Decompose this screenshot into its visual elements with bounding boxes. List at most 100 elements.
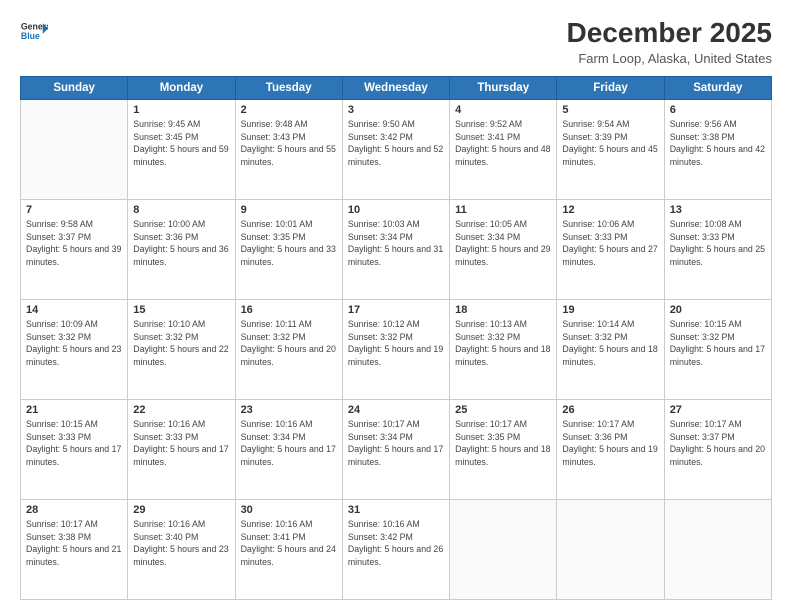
day-number: 4 — [455, 104, 551, 116]
day-number: 9 — [241, 204, 337, 216]
calendar-cell — [557, 499, 664, 599]
calendar-cell: 17 Sunrise: 10:12 AM Sunset: 3:32 PM Dayl… — [342, 299, 449, 399]
day-info: Sunrise: 10:08 AM Sunset: 3:33 PM Daylig… — [670, 218, 766, 269]
logo-icon: General Blue — [20, 18, 48, 46]
calendar-cell: 21Sunrise: 10:15 AM Sunset: 3:33 PM Dayl… — [21, 399, 128, 499]
day-number: 7 — [26, 204, 122, 216]
day-info: Sunrise: 10:01 AM Sunset: 3:35 PM Daylig… — [241, 218, 337, 269]
calendar-cell: 14Sunrise: 10:09 AM Sunset: 3:32 PM Dayl… — [21, 299, 128, 399]
day-info: Sunrise: 10:17 AM Sunset: 3:38 PM Daylig… — [26, 518, 122, 569]
day-info: Sunrise: 9:58 AM Sunset: 3:37 PM Dayligh… — [26, 218, 122, 269]
calendar-cell: 15 Sunrise: 10:10 AM Sunset: 3:32 PM Dayl… — [128, 299, 235, 399]
page: General Blue December 2025 Farm Loop, Al… — [0, 0, 792, 612]
day-number: 1 — [133, 104, 229, 116]
day-info: Sunrise: 10:14 AM Sunset: 3:32 PM Daylig… — [562, 318, 658, 369]
day-info: Sunrise: 9:50 AM Sunset: 3:42 PM Dayligh… — [348, 118, 444, 169]
col-tuesday: Tuesday — [235, 76, 342, 99]
day-number: 24 — [348, 404, 444, 416]
day-info: Sunrise: 10:09 AM Sunset: 3:32 PM Daylig… — [26, 318, 122, 369]
calendar-cell: 31Sunrise: 10:16 AM Sunset: 3:42 PM Dayl… — [342, 499, 449, 599]
calendar-cell: 10 Sunrise: 10:03 AM Sunset: 3:34 PM Dayl… — [342, 199, 449, 299]
day-info: Sunrise: 10:00 AM Sunset: 3:36 PM Daylig… — [133, 218, 229, 269]
day-info: Sunrise: 10:10 AM Sunset: 3:32 PM Daylig… — [133, 318, 229, 369]
calendar-cell: 26Sunrise: 10:17 AM Sunset: 3:36 PM Dayl… — [557, 399, 664, 499]
calendar-cell: 24 Sunrise: 10:17 AM Sunset: 3:34 PM Dayl… — [342, 399, 449, 499]
day-number: 31 — [348, 504, 444, 516]
col-thursday: Thursday — [450, 76, 557, 99]
calendar-week-2: 7 Sunrise: 9:58 AM Sunset: 3:37 PM Daylig… — [21, 199, 772, 299]
logo: General Blue — [20, 18, 48, 46]
calendar-cell — [664, 499, 771, 599]
header: General Blue December 2025 Farm Loop, Al… — [20, 18, 772, 66]
day-number: 19 — [562, 304, 658, 316]
calendar-cell: 28 Sunrise: 10:17 AM Sunset: 3:38 PM Dayl… — [21, 499, 128, 599]
calendar-cell: 13 Sunrise: 10:08 AM Sunset: 3:33 PM Dayl… — [664, 199, 771, 299]
calendar-cell: 25Sunrise: 10:17 AM Sunset: 3:35 PM Dayl… — [450, 399, 557, 499]
day-info: Sunrise: 10:13 AM Sunset: 3:32 PM Daylig… — [455, 318, 551, 369]
day-info: Sunrise: 9:45 AM Sunset: 3:45 PM Dayligh… — [133, 118, 229, 169]
calendar-cell: 7 Sunrise: 9:58 AM Sunset: 3:37 PM Daylig… — [21, 199, 128, 299]
calendar-cell: 1 Sunrise: 9:45 AM Sunset: 3:45 PM Daylig… — [128, 99, 235, 199]
day-info: Sunrise: 10:17 AM Sunset: 3:37 PM Daylig… — [670, 418, 766, 469]
day-info: Sunrise: 10:16 AM Sunset: 3:40 PM Daylig… — [133, 518, 229, 569]
day-info: Sunrise: 10:16 AM Sunset: 3:33 PM Daylig… — [133, 418, 229, 469]
calendar-cell: 29 Sunrise: 10:16 AM Sunset: 3:40 PM Dayl… — [128, 499, 235, 599]
day-number: 20 — [670, 304, 766, 316]
day-info: Sunrise: 10:03 AM Sunset: 3:34 PM Daylig… — [348, 218, 444, 269]
calendar-week-4: 21Sunrise: 10:15 AM Sunset: 3:33 PM Dayl… — [21, 399, 772, 499]
day-number: 22 — [133, 404, 229, 416]
calendar-cell — [21, 99, 128, 199]
subtitle: Farm Loop, Alaska, United States — [567, 51, 772, 66]
col-wednesday: Wednesday — [342, 76, 449, 99]
calendar-header-row: Sunday Monday Tuesday Wednesday Thursday… — [21, 76, 772, 99]
calendar-cell: 5Sunrise: 9:54 AM Sunset: 3:39 PM Daylig… — [557, 99, 664, 199]
calendar-cell — [450, 499, 557, 599]
col-sunday: Sunday — [21, 76, 128, 99]
day-info: Sunrise: 10:17 AM Sunset: 3:36 PM Daylig… — [562, 418, 658, 469]
calendar-cell: 27 Sunrise: 10:17 AM Sunset: 3:37 PM Dayl… — [664, 399, 771, 499]
day-number: 25 — [455, 404, 551, 416]
calendar-cell: 16Sunrise: 10:11 AM Sunset: 3:32 PM Dayl… — [235, 299, 342, 399]
day-info: Sunrise: 9:48 AM Sunset: 3:43 PM Dayligh… — [241, 118, 337, 169]
day-number: 6 — [670, 104, 766, 116]
day-number: 28 — [26, 504, 122, 516]
day-info: Sunrise: 10:15 AM Sunset: 3:32 PM Daylig… — [670, 318, 766, 369]
day-number: 13 — [670, 204, 766, 216]
col-monday: Monday — [128, 76, 235, 99]
day-info: Sunrise: 10:06 AM Sunset: 3:33 PM Daylig… — [562, 218, 658, 269]
calendar-cell: 22 Sunrise: 10:16 AM Sunset: 3:33 PM Dayl… — [128, 399, 235, 499]
calendar-cell: 19 Sunrise: 10:14 AM Sunset: 3:32 PM Dayl… — [557, 299, 664, 399]
day-number: 27 — [670, 404, 766, 416]
day-info: Sunrise: 10:11 AM Sunset: 3:32 PM Daylig… — [241, 318, 337, 369]
calendar-week-3: 14Sunrise: 10:09 AM Sunset: 3:32 PM Dayl… — [21, 299, 772, 399]
calendar-cell: 9 Sunrise: 10:01 AM Sunset: 3:35 PM Dayli… — [235, 199, 342, 299]
calendar-cell: 8 Sunrise: 10:00 AM Sunset: 3:36 PM Dayli… — [128, 199, 235, 299]
calendar-cell: 12Sunrise: 10:06 AM Sunset: 3:33 PM Dayl… — [557, 199, 664, 299]
day-number: 17 — [348, 304, 444, 316]
day-number: 8 — [133, 204, 229, 216]
day-number: 23 — [241, 404, 337, 416]
day-info: Sunrise: 10:16 AM Sunset: 3:41 PM Daylig… — [241, 518, 337, 569]
calendar-cell: 11 Sunrise: 10:05 AM Sunset: 3:34 PM Dayl… — [450, 199, 557, 299]
calendar-cell: 20 Sunrise: 10:15 AM Sunset: 3:32 PM Dayl… — [664, 299, 771, 399]
calendar-week-5: 28 Sunrise: 10:17 AM Sunset: 3:38 PM Dayl… — [21, 499, 772, 599]
day-info: Sunrise: 10:12 AM Sunset: 3:32 PM Daylig… — [348, 318, 444, 369]
day-info: Sunrise: 9:52 AM Sunset: 3:41 PM Dayligh… — [455, 118, 551, 169]
day-number: 21 — [26, 404, 122, 416]
calendar-week-1: 1 Sunrise: 9:45 AM Sunset: 3:45 PM Daylig… — [21, 99, 772, 199]
day-number: 3 — [348, 104, 444, 116]
main-title: December 2025 — [567, 18, 772, 49]
day-number: 29 — [133, 504, 229, 516]
day-number: 30 — [241, 504, 337, 516]
day-info: Sunrise: 10:17 AM Sunset: 3:34 PM Daylig… — [348, 418, 444, 469]
day-number: 15 — [133, 304, 229, 316]
svg-text:Blue: Blue — [21, 31, 40, 41]
day-number: 11 — [455, 204, 551, 216]
day-info: Sunrise: 9:54 AM Sunset: 3:39 PM Dayligh… — [562, 118, 658, 169]
calendar-cell: 3 Sunrise: 9:50 AM Sunset: 3:42 PM Daylig… — [342, 99, 449, 199]
day-info: Sunrise: 10:05 AM Sunset: 3:34 PM Daylig… — [455, 218, 551, 269]
day-number: 10 — [348, 204, 444, 216]
calendar-cell: 23 Sunrise: 10:16 AM Sunset: 3:34 PM Dayl… — [235, 399, 342, 499]
day-info: Sunrise: 10:16 AM Sunset: 3:34 PM Daylig… — [241, 418, 337, 469]
calendar-cell: 18Sunrise: 10:13 AM Sunset: 3:32 PM Dayl… — [450, 299, 557, 399]
